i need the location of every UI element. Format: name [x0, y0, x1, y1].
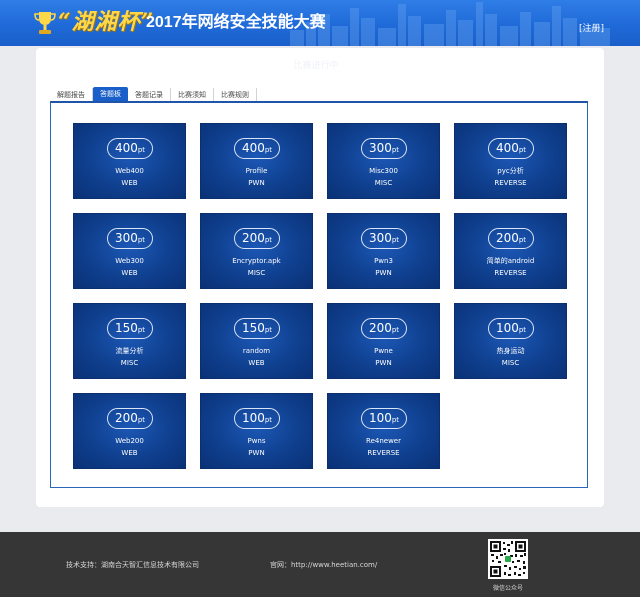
challenge-category: PWN: [248, 449, 265, 457]
points-badge: 100pt: [361, 408, 407, 429]
challenge-card[interactable]: 400pt Web400 WEB: [73, 123, 186, 199]
challenge-category: PWN: [375, 359, 392, 367]
points-badge: 200pt: [361, 318, 407, 339]
challenge-category: MISC: [120, 359, 139, 367]
challenge-name: Encryptor.apk: [232, 257, 281, 265]
footer-website-link[interactable]: 官网：http://www.heetian.com/: [270, 560, 377, 570]
challenge-name: Misc300: [369, 167, 398, 175]
challenge-card[interactable]: 300pt Pwn3 PWN: [327, 213, 440, 289]
points-badge: 400pt: [107, 138, 153, 159]
challenge-category: WEB: [248, 359, 265, 367]
challenge-name: 热身运动: [496, 347, 525, 355]
challenge-name: random: [242, 347, 271, 355]
challenge-name: Pwn3: [374, 257, 393, 265]
tab-contest-notice[interactable]: 比赛须知: [171, 88, 214, 102]
points-badge: 200pt: [488, 228, 534, 249]
wechat-qr-code: [488, 539, 528, 579]
points-badge: 200pt: [234, 228, 280, 249]
points-badge: 100pt: [488, 318, 534, 339]
qr-caption: 微信公众号: [492, 585, 523, 592]
challenge-category: WEB: [121, 179, 138, 187]
header-banner: “湖湘杯” 2017年网络安全技能大赛 [注册]: [0, 0, 640, 46]
challenge-name: Pwne: [374, 347, 393, 355]
challenge-grid: 400pt Web400 WEB 400pt Profile PWN 300pt…: [73, 123, 567, 471]
challenge-category: PWN: [375, 269, 392, 277]
challenge-category: MISC: [374, 179, 393, 187]
challenge-card[interactable]: 400pt Profile PWN: [200, 123, 313, 199]
challenge-name: Web300: [115, 257, 144, 265]
footer-tech-support: 技术支持：湖南合天智汇信息技术有限公司: [66, 561, 199, 569]
challenge-name: 流量分析: [115, 347, 144, 355]
challenge-name: Profile: [245, 167, 268, 175]
challenge-category: WEB: [121, 449, 138, 457]
challenge-category: REVERSE: [367, 449, 400, 457]
challenge-card[interactable]: 400pt pyc分析 REVERSE: [454, 123, 567, 199]
challenge-name: Web200: [115, 437, 144, 445]
challenge-card[interactable]: 100pt 热身运动 MISC: [454, 303, 567, 379]
points-badge: 300pt: [361, 138, 407, 159]
challenge-card[interactable]: 300pt Web300 WEB: [73, 213, 186, 289]
panel-subtitle: 比赛进行中: [293, 61, 339, 71]
points-badge: 150pt: [234, 318, 280, 339]
challenge-card[interactable]: 150pt random WEB: [200, 303, 313, 379]
challenge-category: PWN: [248, 179, 265, 187]
points-badge: 400pt: [488, 138, 534, 159]
points-badge: 300pt: [361, 228, 407, 249]
brand-logo-text: “湖湘杯”: [58, 9, 155, 35]
tab-answer-records[interactable]: 答题记录: [128, 88, 171, 102]
challenge-card[interactable]: 200pt Pwne PWN: [327, 303, 440, 379]
challenge-category: REVERSE: [494, 269, 527, 277]
challenge-card[interactable]: 100pt Pwns PWN: [200, 393, 313, 469]
trophy-icon: [34, 12, 56, 34]
tab-report[interactable]: 解题报告: [50, 88, 93, 102]
challenge-card[interactable]: 150pt 流量分析 MISC: [73, 303, 186, 379]
challenge-category: WEB: [121, 269, 138, 277]
tab-contest-rules[interactable]: 比赛规则: [214, 88, 257, 102]
tab-bar: 解题报告 答题板 答题记录 比赛须知 比赛规则: [50, 86, 257, 102]
challenge-name: Re4newer: [366, 437, 401, 445]
challenge-card[interactable]: 200pt Encryptor.apk MISC: [200, 213, 313, 289]
city-skyline-graphic: [290, 2, 610, 46]
points-badge: 300pt: [107, 228, 153, 249]
challenge-category: MISC: [247, 269, 266, 277]
challenge-card[interactable]: 300pt Misc300 MISC: [327, 123, 440, 199]
points-badge: 100pt: [234, 408, 280, 429]
challenge-name: 简单的android: [486, 257, 535, 265]
challenge-card[interactable]: 200pt 简单的android REVERSE: [454, 213, 567, 289]
points-badge: 150pt: [107, 318, 153, 339]
register-link[interactable]: [注册]: [579, 21, 604, 34]
challenge-category: MISC: [501, 359, 520, 367]
points-badge: 200pt: [107, 408, 153, 429]
points-badge: 400pt: [234, 138, 280, 159]
page-title: 2017年网络安全技能大赛: [146, 14, 326, 31]
challenge-name: Pwns: [247, 437, 266, 445]
challenge-category: REVERSE: [494, 179, 527, 187]
footer: 技术支持：湖南合天智汇信息技术有限公司 官网：http://www.heetia…: [0, 532, 640, 597]
challenge-name: pyc分析: [497, 167, 524, 175]
challenge-name: Web400: [115, 167, 144, 175]
challenge-card[interactable]: 100pt Re4newer REVERSE: [327, 393, 440, 469]
tab-answer-board[interactable]: 答题板: [93, 87, 128, 102]
challenge-card[interactable]: 200pt Web200 WEB: [73, 393, 186, 469]
